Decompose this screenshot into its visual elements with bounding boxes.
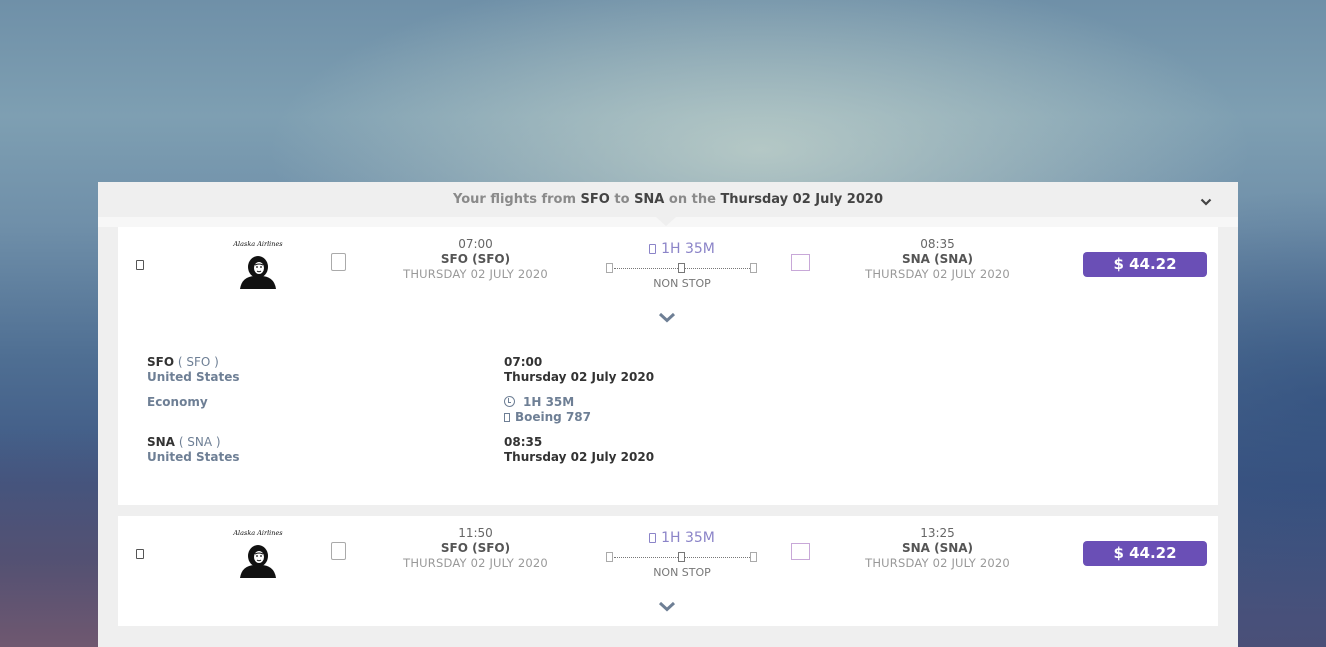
airline-logo: Alaska Airlines	[232, 240, 283, 289]
arrival-icon	[791, 254, 810, 271]
detail-origin-code: SFO	[147, 355, 175, 369]
header-date: Thursday 02 July 2020	[720, 192, 883, 207]
arrival-info: 13:25 SNA (SNA) THURSDAY 02 JULY 2020	[850, 526, 1025, 571]
departure-date: THURSDAY 02 JULY 2020	[403, 267, 548, 281]
detail-duration-value: 1H 35M	[523, 395, 575, 409]
header-origin: SFO	[580, 192, 610, 207]
detail-aircraft: Boeing 787	[515, 410, 592, 424]
duration-value: 1H 35M	[661, 530, 715, 546]
select-checkbox[interactable]	[331, 542, 346, 560]
bookmark-icon[interactable]	[136, 260, 144, 270]
detail-arrival-time: 08:35	[504, 435, 543, 449]
duration-block: 1H 35M NON STOP	[604, 235, 760, 291]
destination-marker-icon	[750, 263, 757, 273]
select-checkbox[interactable]	[331, 253, 346, 271]
detail-origin-code-paren: ( SFO )	[177, 355, 219, 369]
arrival-time: 13:25	[920, 526, 955, 540]
departure-date: THURSDAY 02 JULY 2020	[403, 556, 548, 570]
arrival-date: THURSDAY 02 JULY 2020	[865, 267, 1010, 281]
header-destination: SNA	[634, 192, 665, 207]
detail-destination-code-paren: ( SNA )	[178, 435, 221, 449]
flight-summary-row[interactable]: Alaska Airlines 11:50 SFO (SFO) THURSDAY…	[118, 516, 1218, 591]
departure-time: 11:50	[458, 526, 493, 540]
arrival-date: THURSDAY 02 JULY 2020	[865, 556, 1010, 570]
expand-chevron-icon[interactable]	[658, 311, 676, 323]
arrival-airport: SNA (SNA)	[901, 541, 974, 555]
detail-origin-country: United States	[147, 370, 240, 384]
expand-chevron-icon[interactable]	[658, 600, 676, 612]
detail-departure: 07:00 Thursday 02 July 2020	[504, 355, 654, 385]
detail-origin: SFO ( SFO ) United States	[147, 355, 240, 385]
flight-summary-row[interactable]: Alaska Airlines 07:00 SFO (SFO) THURSDAY…	[118, 227, 1218, 302]
detail-destination-country: United States	[147, 450, 240, 464]
midpoint-marker-icon	[678, 552, 685, 562]
airline-logo: Alaska Airlines	[232, 529, 283, 578]
aircraft-icon	[504, 413, 510, 422]
collapse-chevron-icon[interactable]	[1200, 196, 1212, 208]
departure-time: 07:00	[458, 237, 493, 251]
origin-marker-icon	[606, 552, 613, 562]
detail-departure-time: 07:00	[504, 355, 543, 369]
duration-label: 1H 35M	[604, 529, 760, 547]
departure-info: 07:00 SFO (SFO) THURSDAY 02 JULY 2020	[388, 237, 563, 282]
departure-airport: SFO (SFO)	[440, 541, 511, 555]
flight-card[interactable]: Alaska Airlines 07:00 SFO (SFO) THURSDAY…	[118, 227, 1218, 505]
origin-marker-icon	[606, 263, 613, 273]
flight-results-panel: Your flights from SFO to SNA on the Thur…	[98, 182, 1238, 647]
clock-icon	[504, 396, 515, 407]
bookmark-icon[interactable]	[136, 549, 144, 559]
price-button[interactable]: $ 44.22	[1083, 252, 1207, 277]
detail-destination: SNA ( SNA ) United States	[147, 435, 240, 465]
duration-value: 1H 35M	[661, 241, 715, 257]
arrival-info: 08:35 SNA (SNA) THURSDAY 02 JULY 2020	[850, 237, 1025, 282]
header-to-word: to	[614, 192, 630, 207]
plane-icon	[649, 533, 657, 543]
duration-label: 1H 35M	[604, 240, 760, 258]
detail-arrival: 08:35 Thursday 02 July 2020	[504, 435, 654, 465]
svg-text:Alaska Airlines: Alaska Airlines	[232, 240, 283, 248]
detail-cabin: Economy	[147, 395, 208, 410]
header-on-word: on the	[668, 192, 716, 207]
results-header: Your flights from SFO to SNA on the Thur…	[98, 182, 1238, 217]
header-prefix: Your flights from	[452, 192, 577, 207]
header-notch	[656, 217, 676, 226]
departure-airport: SFO (SFO)	[440, 252, 511, 266]
destination-marker-icon	[750, 552, 757, 562]
duration-block: 1H 35M NON STOP	[604, 524, 760, 580]
departure-info: 11:50 SFO (SFO) THURSDAY 02 JULY 2020	[388, 526, 563, 571]
detail-duration: 1H 35M Boeing 787	[504, 395, 591, 425]
arrival-airport: SNA (SNA)	[901, 252, 974, 266]
stops-label: NON STOP	[653, 566, 711, 579]
detail-arrival-date: Thursday 02 July 2020	[504, 450, 655, 464]
arrival-time: 08:35	[920, 237, 955, 251]
price-button[interactable]: $ 44.22	[1083, 541, 1207, 566]
plane-icon	[649, 244, 657, 254]
svg-text:Alaska Airlines: Alaska Airlines	[232, 529, 283, 537]
midpoint-marker-icon	[678, 263, 685, 273]
arrival-icon	[791, 543, 810, 560]
detail-destination-code: SNA	[147, 435, 175, 449]
flight-card[interactable]: Alaska Airlines 11:50 SFO (SFO) THURSDAY…	[118, 516, 1218, 626]
flight-details: SFO ( SFO ) United States Economy SNA ( …	[147, 355, 847, 475]
detail-cabin-class: Economy	[147, 395, 208, 409]
stops-label: NON STOP	[653, 277, 711, 290]
detail-departure-date: Thursday 02 July 2020	[504, 370, 655, 384]
